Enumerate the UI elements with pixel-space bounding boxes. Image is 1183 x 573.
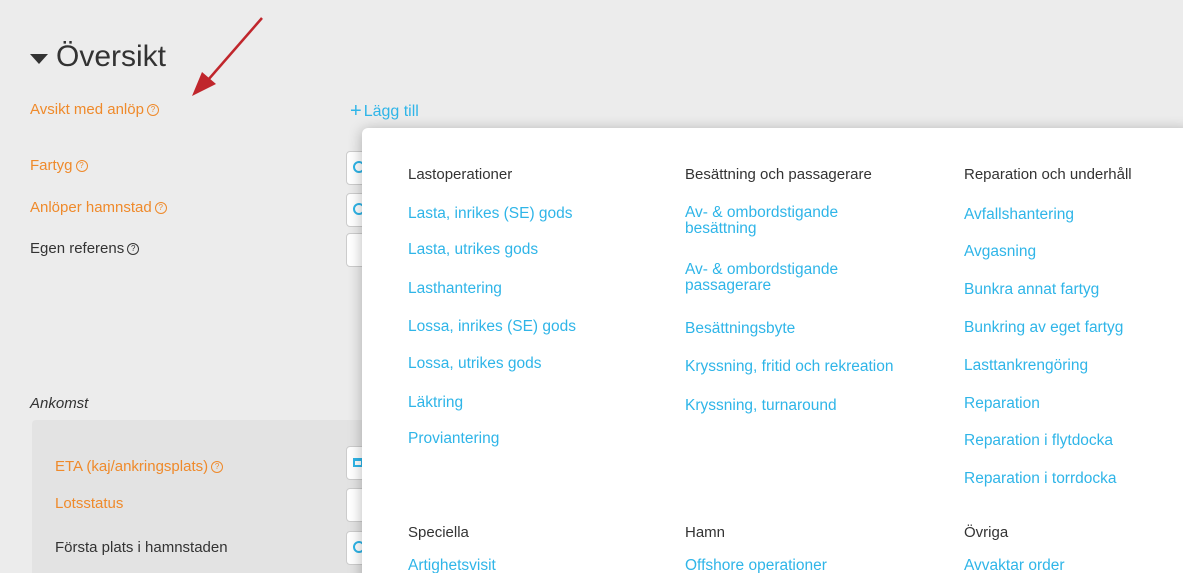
label-egen-referens: Egen referens ? xyxy=(30,240,140,257)
group-header-reparation: Reparation och underhåll xyxy=(964,166,1132,183)
label-text: Egen referens xyxy=(30,240,125,257)
menu-item[interactable]: Lossa, inrikes (SE) gods xyxy=(408,317,576,336)
group-header-lastoperationer: Lastoperationer xyxy=(408,166,513,183)
menu-item[interactable]: Lasta, inrikes (SE) gods xyxy=(408,204,573,223)
label-text: Lotsstatus xyxy=(55,495,124,512)
menu-item[interactable]: Avfallshantering xyxy=(964,205,1074,224)
label-text: Anlöper hamnstad xyxy=(30,199,152,216)
menu-item[interactable]: Offshore operationer xyxy=(685,556,827,573)
caret-down-icon[interactable] xyxy=(30,54,48,64)
menu-item[interactable]: Läktring xyxy=(408,393,463,412)
menu-item[interactable]: Lasttankrengöring xyxy=(964,356,1088,375)
menu-item[interactable]: Bunkring av eget fartyg xyxy=(964,318,1123,337)
label-text: Avsikt med anlöp xyxy=(30,101,144,118)
help-icon[interactable]: ? xyxy=(211,460,224,473)
label-text: Fartyg xyxy=(30,157,73,174)
label-lotsstatus: Lotsstatus xyxy=(55,495,123,512)
menu-item[interactable]: Besättningsbyte xyxy=(685,319,795,338)
plus-icon: + xyxy=(350,100,362,122)
annotation-arrow-icon xyxy=(192,17,263,96)
menu-item[interactable]: Reparation xyxy=(964,394,1040,413)
menu-item[interactable]: Lasthantering xyxy=(408,279,502,298)
group-header-besattning: Besättning och passagerare xyxy=(685,166,872,183)
menu-item[interactable]: Kryssning, turnaround xyxy=(685,396,837,415)
label-avsikt-med-anlop: Avsikt med anlöp ? xyxy=(30,101,159,118)
menu-item[interactable]: Reparation i torrdocka xyxy=(964,469,1117,488)
menu-item[interactable]: Av- & ombordstigande besättning xyxy=(685,205,838,237)
menu-item[interactable]: Lasta, utrikes gods xyxy=(408,240,538,259)
help-icon[interactable]: ? xyxy=(154,201,167,214)
menu-item[interactable]: Reparation i flytdocka xyxy=(964,431,1113,450)
group-header-ovriga: Övriga xyxy=(964,524,1009,541)
help-icon[interactable]: ? xyxy=(146,103,159,116)
menu-item[interactable]: Avvaktar order xyxy=(964,556,1065,573)
add-button[interactable]: + Lägg till xyxy=(350,100,419,123)
help-icon[interactable]: ? xyxy=(127,242,140,255)
label-forsta-plats: Första plats i hamnstaden xyxy=(55,539,228,556)
section-header-oversikt[interactable]: Översikt xyxy=(30,40,166,74)
menu-item[interactable]: Bunkra annat fartyg xyxy=(964,280,1099,299)
label-fartyg: Fartyg ? xyxy=(30,157,88,174)
ankomst-heading: Ankomst xyxy=(30,395,89,412)
label-text: Första plats i hamnstaden xyxy=(55,539,228,556)
menu-item[interactable]: Artighetsvisit xyxy=(408,556,496,573)
avsikt-dropdown-menu: Lastoperationer Lasta, inrikes (SE) gods… xyxy=(362,128,1183,573)
label-eta: ETA (kaj/ankringsplats) ? xyxy=(55,458,224,475)
menu-item[interactable]: Avgasning xyxy=(964,242,1036,261)
menu-item[interactable]: Lossa, utrikes gods xyxy=(408,354,542,373)
help-icon[interactable]: ? xyxy=(75,159,88,172)
label-text: ETA (kaj/ankringsplats) xyxy=(55,458,209,475)
add-label: Lägg till xyxy=(363,102,419,120)
menu-item[interactable]: Proviantering xyxy=(408,429,499,448)
menu-item[interactable]: Kryssning, fritid och rekreation xyxy=(685,357,893,376)
menu-item[interactable]: Av- & ombordstigande passagerare xyxy=(685,262,838,294)
group-header-hamn: Hamn xyxy=(685,524,726,541)
group-header-speciella: Speciella xyxy=(408,524,469,541)
label-anloper-hamnstad: Anlöper hamnstad ? xyxy=(30,199,167,216)
section-title: Översikt xyxy=(56,40,167,73)
